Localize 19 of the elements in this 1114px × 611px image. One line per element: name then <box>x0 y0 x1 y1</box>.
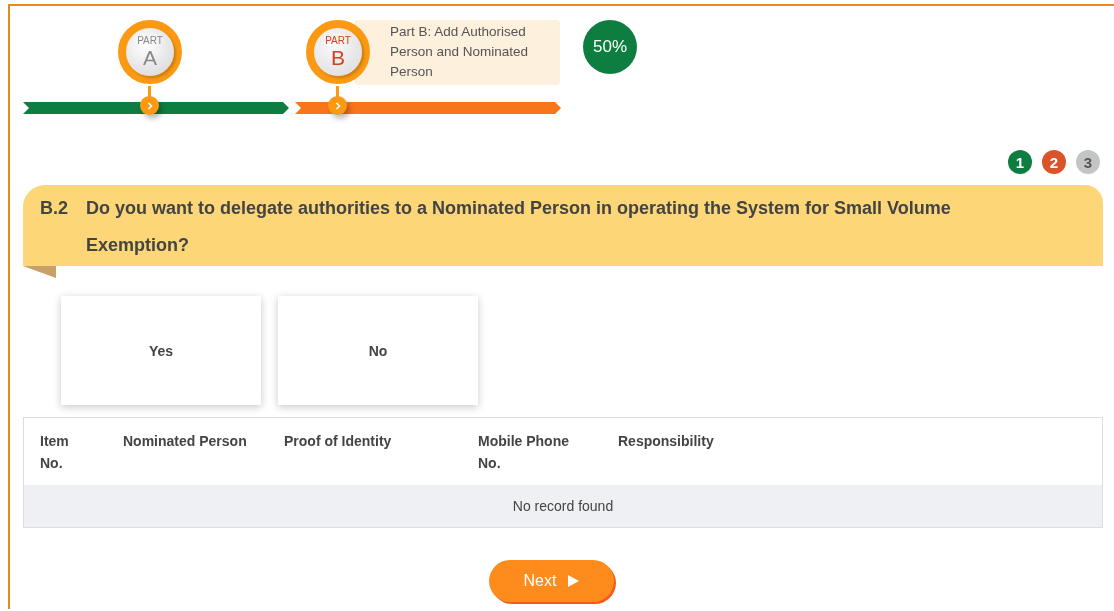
column-header: Nominated Person <box>123 432 248 451</box>
option-card[interactable]: No <box>278 296 478 405</box>
part-marker[interactable]: PART B <box>306 20 370 84</box>
part-title: Part B: Add Authorised Person and Nominated Person <box>354 20 560 85</box>
question-text: Do you want to delegate authorities to a Nominated Person in operating the System for Small Volume Exemption? <box>86 197 952 257</box>
question-number: B.2 <box>40 197 69 220</box>
column-header: Proof of Identity <box>284 432 393 451</box>
step-indicator[interactable]: 1 <box>1008 150 1032 174</box>
column-header: Mobile Phone No. <box>478 432 570 471</box>
column-header: Item No. <box>40 432 70 471</box>
empty-message: No record found <box>512 498 614 514</box>
step-indicator[interactable]: 3 <box>1076 150 1100 174</box>
next-button[interactable]: Next <box>489 560 614 602</box>
play-icon <box>568 575 580 587</box>
part-marker[interactable]: PART A <box>118 20 182 84</box>
percent-badge: 50% <box>583 20 637 74</box>
step-indicator[interactable]: 2 <box>1042 150 1066 174</box>
column-header: Responsibility <box>618 432 714 451</box>
option-card[interactable]: Yes <box>61 296 261 405</box>
